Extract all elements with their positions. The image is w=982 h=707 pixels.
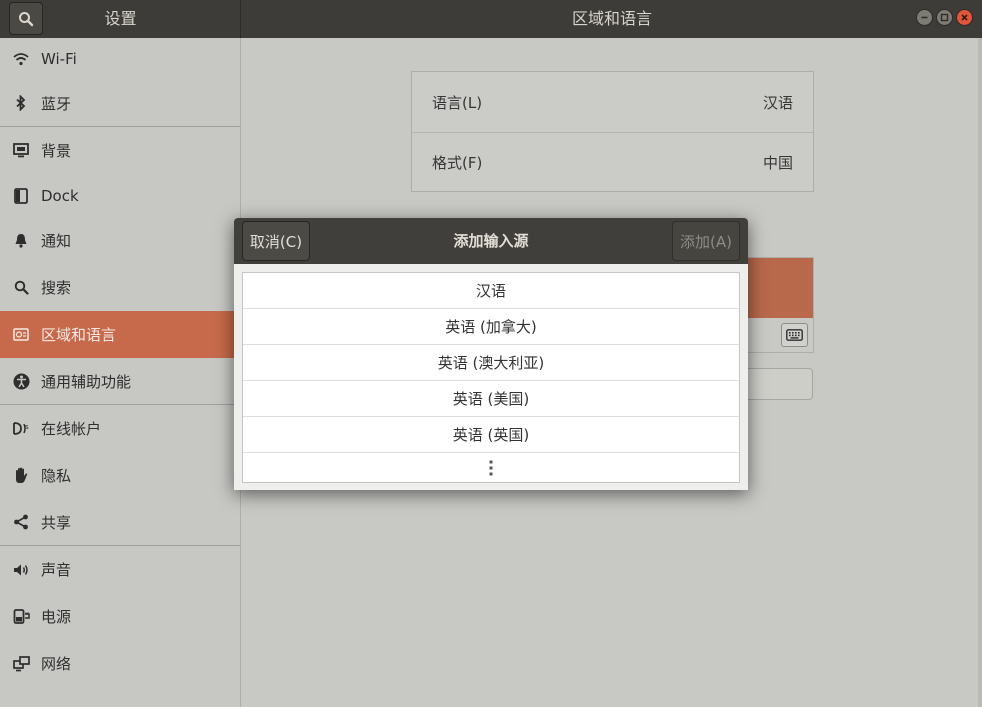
keyboard-layout-button[interactable] (781, 323, 808, 347)
power-icon (12, 608, 30, 626)
list-item[interactable]: 英语 (美国) (243, 381, 739, 417)
language-value: 汉语 (762, 93, 793, 112)
close-icon (961, 14, 968, 21)
privacy-hand-icon (12, 467, 30, 485)
more-vertical-icon (489, 460, 493, 476)
svg-text:s: s (25, 423, 29, 431)
sidebar-item-label: 背景 (41, 142, 72, 160)
sidebar-item-region-language[interactable]: 区域和语言 (0, 311, 240, 358)
sidebar-item-label: Dock (41, 186, 79, 205)
sidebar-item-bluetooth[interactable]: 蓝牙 (0, 80, 240, 127)
sidebar-item-label: Wi-Fi (41, 50, 77, 68)
wifi-icon (12, 50, 30, 68)
sidebar-item-label: 隐私 (41, 467, 72, 485)
sidebar-item-sound[interactable]: 声音 (0, 546, 240, 593)
accessibility-icon (12, 372, 30, 390)
sidebar-item-label: 通知 (41, 232, 72, 250)
sidebar-item-label: 在线帐户 (41, 420, 102, 438)
search-icon (19, 11, 34, 26)
language-label: 语言(L) (432, 93, 483, 112)
background-icon (12, 142, 30, 160)
input-source-list: 汉语 英语 (加拿大) 英语 (澳大利亚) 英语 (美国) 英语 (英国) (242, 272, 740, 483)
bluetooth-icon (12, 94, 30, 112)
search-button[interactable] (9, 2, 43, 35)
list-item[interactable]: 英语 (英国) (243, 417, 739, 453)
sidebar-item-label: 共享 (41, 513, 72, 532)
more-options-item[interactable] (243, 453, 739, 483)
maximize-icon (940, 13, 949, 22)
sidebar: Wi-Fi 蓝牙 背景 Dock 通知 搜索 区域和语言 通用辅助功能 s 在线… (0, 38, 241, 707)
sidebar-item-network[interactable]: 网络 (0, 640, 240, 687)
minimize-icon (921, 16, 928, 19)
cancel-button[interactable]: 取消(C) (242, 221, 310, 261)
add-button[interactable]: 添加(A) (672, 221, 740, 261)
add-input-source-dialog: 添加输入源 取消(C) 添加(A) 汉语 英语 (加拿大) 英语 (澳大利亚) … (234, 218, 748, 490)
sidebar-item-label: 区域和语言 (41, 326, 117, 344)
region-language-icon (12, 326, 30, 344)
dialog-title: 添加输入源 (453, 232, 529, 250)
sidebar-item-label: 声音 (41, 561, 72, 579)
bell-icon (12, 232, 30, 250)
sidebar-item-notifications[interactable]: 通知 (0, 217, 240, 264)
sidebar-item-label: 搜索 (41, 279, 72, 297)
language-row[interactable]: 语言(L) 汉语 (412, 72, 813, 132)
list-item[interactable]: 英语 (澳大利亚) (243, 345, 739, 381)
dock-icon (12, 187, 30, 205)
sidebar-item-dock[interactable]: Dock (0, 174, 240, 217)
sidebar-item-label: 通用辅助功能 (41, 372, 132, 391)
close-button[interactable] (956, 9, 973, 26)
formats-label: 格式(F) (432, 154, 483, 172)
window-controls (916, 9, 973, 26)
online-accounts-icon: s (12, 420, 30, 438)
sidebar-item-sharing[interactable]: 共享 (0, 499, 240, 546)
formats-value: 中国 (762, 154, 793, 172)
sidebar-item-label: 网络 (41, 655, 72, 673)
keyboard-icon (786, 329, 803, 341)
sidebar-item-accessibility[interactable]: 通用辅助功能 (0, 358, 240, 405)
scrollbar-track (978, 38, 982, 707)
sidebar-item-label: 电源 (41, 608, 72, 626)
sidebar-item-search[interactable]: 搜索 (0, 264, 240, 311)
formats-row[interactable]: 格式(F) 中国 (412, 132, 813, 192)
network-icon (12, 655, 30, 673)
sidebar-header: 设置 (0, 0, 241, 38)
minimize-button[interactable] (916, 9, 933, 26)
share-icon (12, 513, 30, 531)
sidebar-item-background[interactable]: 背景 (0, 127, 240, 174)
list-item[interactable]: 汉语 (243, 273, 739, 309)
search-icon (12, 279, 30, 297)
speaker-icon (12, 561, 30, 579)
sidebar-item-label: 蓝牙 (41, 94, 72, 113)
language-formats-panel: 语言(L) 汉语 格式(F) 中国 (411, 71, 814, 192)
list-item[interactable]: 英语 (加拿大) (243, 309, 739, 345)
page-title: 区域和语言 (571, 9, 652, 28)
header-bar: 设置 区域和语言 (0, 0, 982, 38)
dialog-header: 添加输入源 取消(C) 添加(A) (234, 218, 748, 264)
sidebar-item-privacy[interactable]: 隐私 (0, 452, 240, 499)
sidebar-item-online-accounts[interactable]: s 在线帐户 (0, 405, 240, 452)
sidebar-item-wifi[interactable]: Wi-Fi (0, 38, 240, 80)
maximize-button[interactable] (936, 9, 953, 26)
sidebar-item-power[interactable]: 电源 (0, 593, 240, 640)
